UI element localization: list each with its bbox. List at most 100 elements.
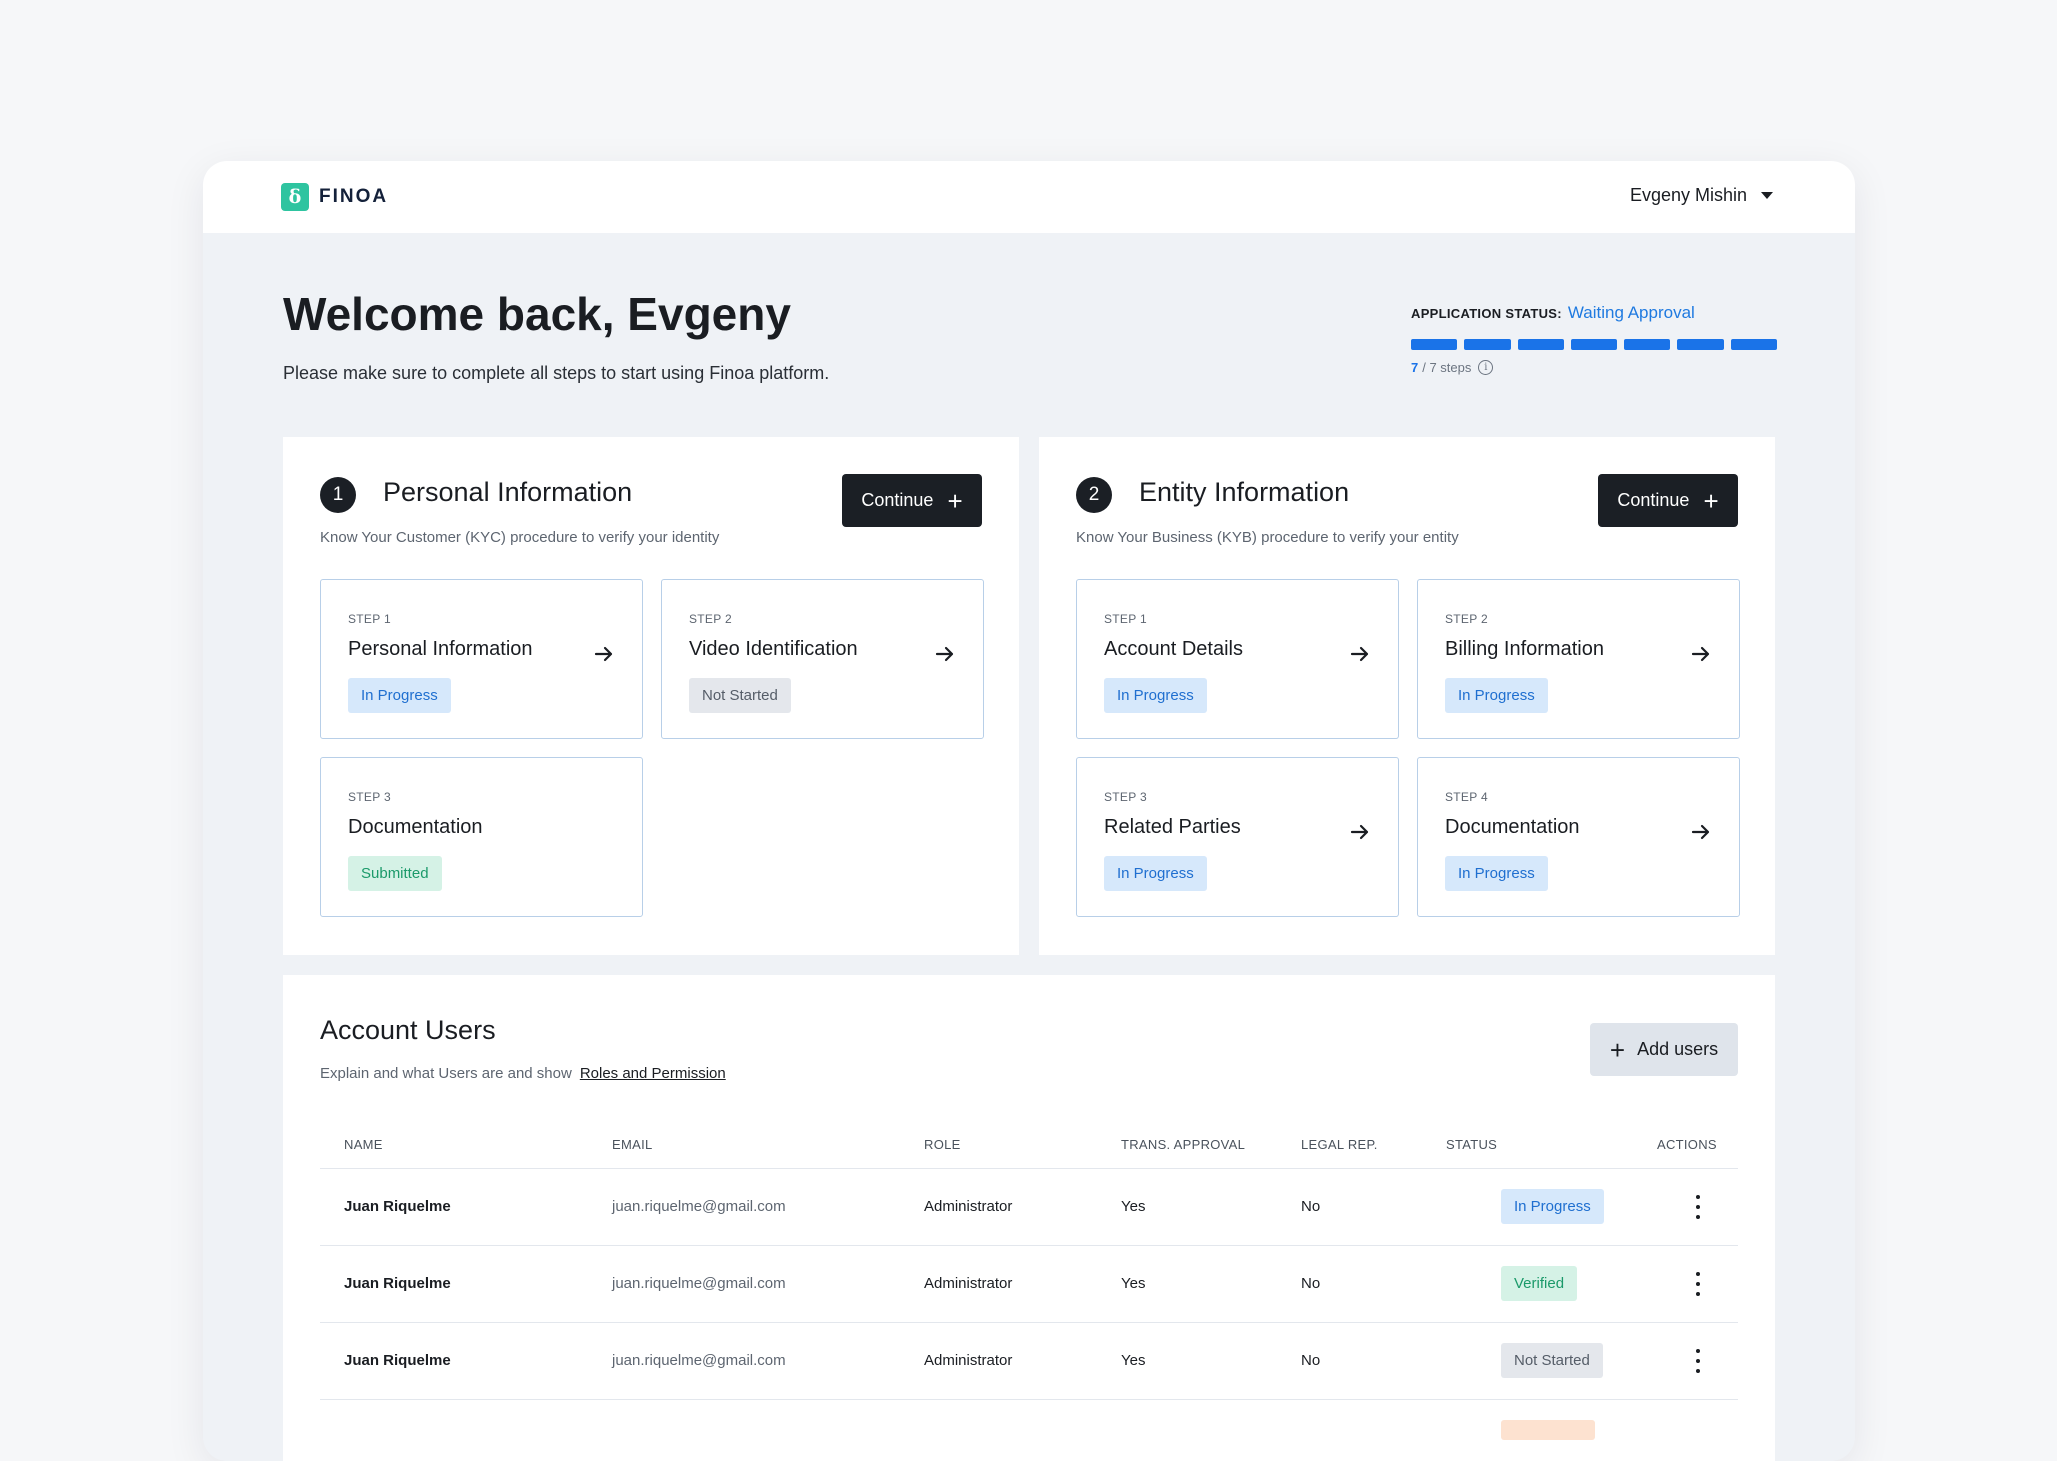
table-row-partial	[320, 1400, 1738, 1461]
table-row[interactable]: Juan Riquelme juan.riquelme@gmail.com Ad…	[320, 1323, 1738, 1400]
continue-button[interactable]: Continue +	[1598, 474, 1738, 527]
continue-label: Continue	[861, 490, 934, 510]
user-email-cell: juan.riquelme@gmail.com	[612, 1275, 786, 1292]
status-badge: In Progress	[348, 678, 451, 713]
info-icon[interactable]: i	[1478, 360, 1494, 375]
user-name-cell: Juan Riquelme	[344, 1352, 451, 1369]
more-vertical-icon[interactable]	[1694, 1349, 1702, 1373]
status-progress	[1411, 339, 1777, 350]
step-card-billing-information[interactable]: STEP 2 Billing Information In Progress	[1417, 579, 1740, 739]
progress-segment	[1464, 339, 1511, 350]
arrow-right-icon	[1350, 646, 1369, 662]
add-users-button[interactable]: + Add users	[1590, 1023, 1738, 1076]
step-number: 1	[320, 477, 356, 513]
step-title: Documentation	[1445, 816, 1580, 838]
arrow-right-icon	[1350, 824, 1369, 840]
step-number: 2	[1076, 477, 1112, 513]
user-legal-cell: No	[1301, 1198, 1321, 1215]
panel-subtitle: Know Your Business (KYB) procedure to ve…	[1076, 529, 1459, 546]
step-title: Account Details	[1104, 638, 1243, 660]
arrow-right-icon	[594, 646, 613, 662]
step-title: Documentation	[348, 816, 483, 838]
column-header-trans-approval[interactable]: TRANS. APPROVAL	[1121, 1137, 1245, 1152]
step-card-related-parties[interactable]: STEP 3 Related Parties In Progress	[1076, 757, 1399, 917]
users-title: Account Users	[320, 1015, 496, 1045]
step-card-documentation[interactable]: STEP 4 Documentation In Progress	[1417, 757, 1740, 917]
users-subtitle: Explain and what Users are and show Role…	[320, 1065, 726, 1082]
step-label: STEP 4	[1445, 790, 1488, 804]
status-value: Waiting Approval	[1567, 303, 1695, 322]
user-role-cell: Administrator	[924, 1275, 1013, 1292]
continue-button[interactable]: Continue +	[842, 474, 982, 527]
status-badge: In Progress	[1445, 856, 1548, 891]
column-header-email[interactable]: EMAIL	[612, 1137, 653, 1152]
user-legal-cell: No	[1301, 1275, 1321, 1292]
users-subtitle-text: Explain and what Users are and show	[320, 1065, 572, 1082]
status-badge: Submitted	[348, 856, 442, 891]
app-window: ẟ FINOA Evgeny Mishin Welcome back, Evge…	[203, 161, 1855, 1461]
top-bar: ẟ FINOA Evgeny Mishin	[203, 161, 1855, 233]
step-card-account-details[interactable]: STEP 1 Account Details In Progress	[1076, 579, 1399, 739]
table-row[interactable]: Juan Riquelme juan.riquelme@gmail.com Ad…	[320, 1246, 1738, 1323]
plus-icon: +	[947, 485, 963, 516]
step-card-personal-information[interactable]: STEP 1 Personal Information In Progress	[320, 579, 643, 739]
user-email-cell: juan.riquelme@gmail.com	[612, 1198, 786, 1215]
user-name-cell: Juan Riquelme	[344, 1275, 451, 1292]
status-badge: In Progress	[1104, 856, 1207, 891]
user-role-cell: Administrator	[924, 1198, 1013, 1215]
entity-information-panel: 2 Entity Information Know Your Business …	[1039, 437, 1775, 955]
status-badge: Verified	[1501, 1266, 1578, 1301]
panel-title: Personal Information	[383, 477, 633, 507]
table-header: NAME EMAIL ROLE TRANS. APPROVAL LEGAL RE…	[320, 1123, 1738, 1169]
finoa-logo[interactable]: ẟ FINOA	[281, 183, 388, 211]
chevron-down-icon	[1761, 192, 1773, 199]
column-header-legal-rep[interactable]: LEGAL REP.	[1301, 1137, 1378, 1152]
user-email-cell: juan.riquelme@gmail.com	[612, 1352, 786, 1369]
status-label: APPLICATION STATUS:	[1411, 306, 1562, 321]
panel-title: Entity Information	[1139, 477, 1350, 507]
step-label: STEP 3	[348, 790, 391, 804]
panel-subtitle: Know Your Customer (KYC) procedure to ve…	[320, 529, 720, 546]
page-subtitle: Please make sure to complete all steps t…	[283, 363, 830, 383]
column-header-actions: ACTIONS	[1657, 1137, 1717, 1152]
plus-icon: +	[1609, 1034, 1626, 1065]
column-header-name[interactable]: NAME	[344, 1137, 383, 1152]
progress-segment	[1677, 339, 1724, 350]
status-badge: Not Started	[689, 678, 791, 713]
status-badge: Not Started	[1501, 1343, 1603, 1378]
column-header-status[interactable]: STATUS	[1446, 1137, 1497, 1152]
arrow-right-icon	[1691, 824, 1710, 840]
personal-information-panel: 1 Personal Information Know Your Custome…	[283, 437, 1019, 955]
step-card-documentation[interactable]: STEP 3 Documentation Submitted	[320, 757, 643, 917]
step-label: STEP 1	[348, 612, 391, 626]
arrow-right-icon	[935, 646, 954, 662]
status-badge	[1501, 1420, 1595, 1440]
page-title: Welcome back, Evgeny	[283, 288, 791, 340]
step-card-video-identification[interactable]: STEP 2 Video Identification Not Started	[661, 579, 984, 739]
roles-permission-link[interactable]: Roles and Permission	[580, 1065, 726, 1082]
step-title: Billing Information	[1445, 638, 1604, 660]
users-table: NAME EMAIL ROLE TRANS. APPROVAL LEGAL RE…	[320, 1123, 1738, 1461]
steps-total: / 7 steps	[1422, 360, 1472, 375]
application-status: APPLICATION STATUS: Waiting Approval 7 /…	[1411, 303, 1777, 375]
more-vertical-icon[interactable]	[1694, 1272, 1702, 1296]
user-role-cell: Administrator	[924, 1352, 1013, 1369]
user-approval-cell: Yes	[1121, 1352, 1146, 1369]
plus-icon: +	[1703, 485, 1719, 516]
user-approval-cell: Yes	[1121, 1275, 1146, 1292]
progress-segment	[1411, 339, 1458, 350]
more-vertical-icon[interactable]	[1694, 1195, 1702, 1219]
step-label: STEP 2	[1445, 612, 1488, 626]
continue-label: Continue	[1617, 490, 1690, 510]
table-row[interactable]: Juan Riquelme juan.riquelme@gmail.com Ad…	[320, 1169, 1738, 1246]
arrow-right-icon	[1691, 646, 1710, 662]
status-badge: In Progress	[1501, 1189, 1604, 1224]
user-menu[interactable]: Evgeny Mishin	[1630, 185, 1773, 206]
status-badge: In Progress	[1104, 678, 1207, 713]
steps-current: 7	[1411, 360, 1419, 375]
step-title: Video Identification	[689, 638, 858, 660]
account-users-panel: Account Users Explain and what Users are…	[283, 975, 1775, 1461]
column-header-role[interactable]: ROLE	[924, 1137, 961, 1152]
progress-segment	[1730, 339, 1777, 350]
user-approval-cell: Yes	[1121, 1198, 1146, 1215]
